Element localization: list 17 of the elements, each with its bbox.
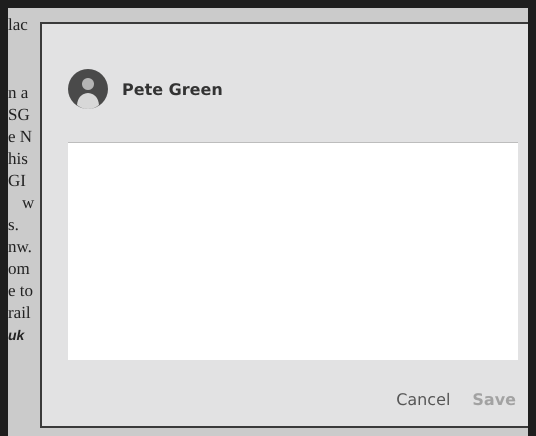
page-text: lac (8, 14, 28, 36)
page-text: rail (8, 302, 31, 324)
page-text: om (8, 258, 30, 280)
cancel-button[interactable]: Cancel (394, 386, 452, 413)
avatar-icon (68, 69, 108, 109)
page-text: s. (8, 214, 19, 236)
page-text: e to (8, 280, 34, 302)
page-text: uk (8, 326, 24, 345)
page-text: GI (8, 170, 26, 192)
message-field[interactable] (68, 142, 518, 360)
user-name: Pete Green (122, 80, 223, 98)
page-text: n a (8, 82, 28, 104)
page-text: e N (8, 126, 32, 148)
page-text: his (8, 148, 28, 170)
page-text: w (21, 192, 34, 214)
page-text: SG (8, 104, 30, 126)
page-text: nw. (8, 236, 32, 258)
